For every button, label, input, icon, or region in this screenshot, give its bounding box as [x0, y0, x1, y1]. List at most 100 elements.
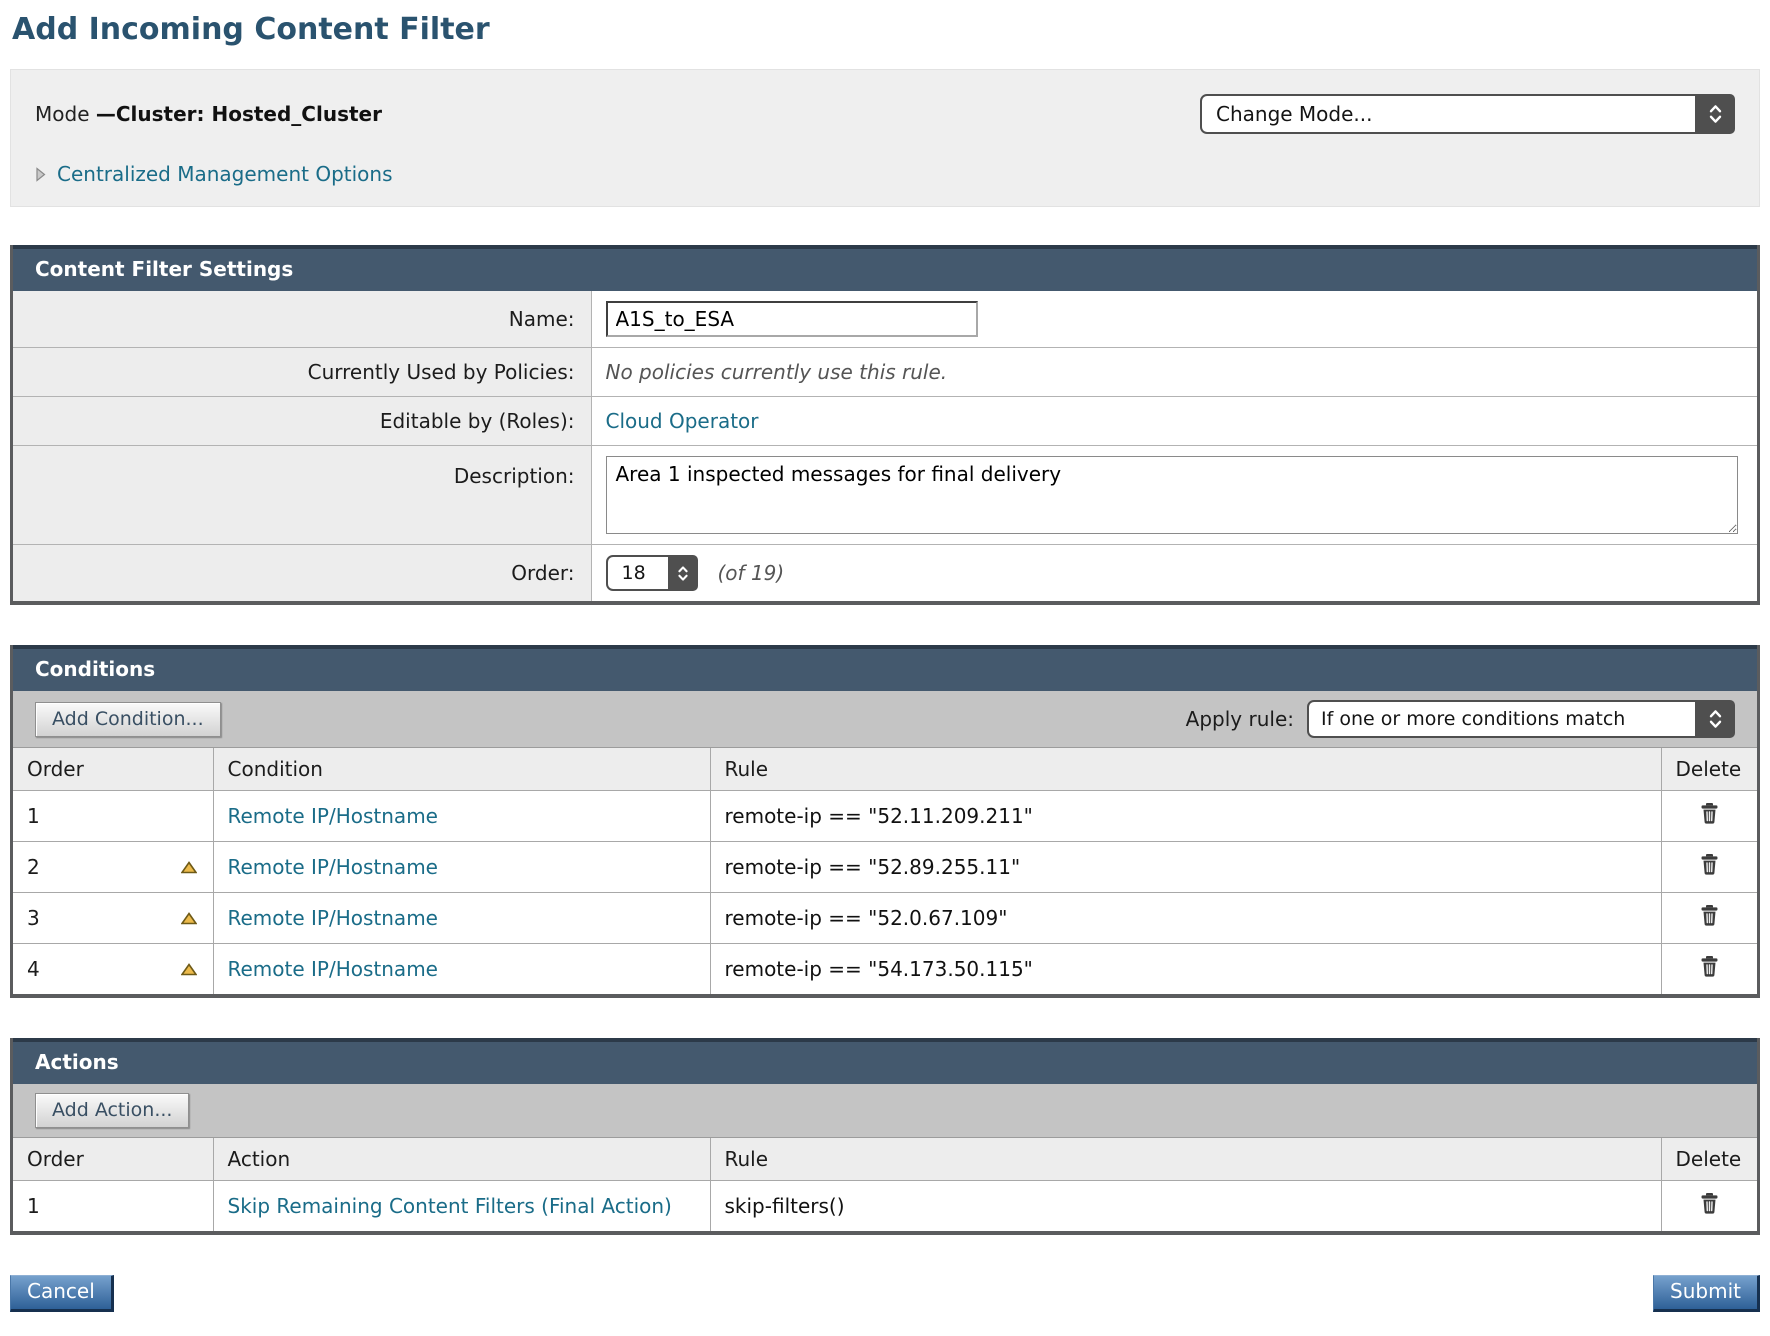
move-up-button[interactable]	[179, 963, 199, 976]
condition-cell: Remote IP/Hostname	[213, 842, 710, 893]
order-cell-content: 1	[27, 804, 199, 828]
change-mode-select[interactable]: Change Mode...	[1200, 94, 1735, 134]
condition-rule: remote-ip == "52.11.209.211"	[710, 791, 1661, 842]
description-row: Description: Area 1 inspected messages f…	[13, 446, 1757, 545]
apply-rule-label: Apply rule:	[1186, 707, 1294, 731]
action-order-cell: 1	[13, 1181, 213, 1232]
actions-panel: Actions Add Action... Order Action Rule …	[10, 1038, 1760, 1235]
mode-label: Mode	[35, 102, 96, 126]
condition-order-cell: 1	[13, 791, 213, 842]
trash-icon	[1699, 853, 1720, 876]
condition-row: 1 Remote IP/Hostname remote-ip == "52.11.2…	[13, 791, 1757, 842]
trash-icon	[1699, 802, 1720, 825]
condition-order-cell: 2	[13, 842, 213, 893]
delete-button[interactable]	[1699, 955, 1720, 978]
content-filter-settings-table: Name: Currently Used by Policies: No pol…	[13, 291, 1757, 601]
name-input[interactable]	[606, 301, 978, 337]
action-cell: Skip Remaining Content Filters (Final Ac…	[213, 1181, 710, 1232]
delete-button[interactable]	[1699, 853, 1720, 876]
mode-row: Mode —Cluster: Hosted_Cluster Change Mod…	[35, 94, 1735, 134]
policies-row: Currently Used by Policies: No policies …	[13, 348, 1757, 397]
footer: Cancel Submit	[10, 1275, 1760, 1312]
order-select[interactable]: 18	[606, 555, 698, 591]
name-row: Name:	[13, 291, 1757, 348]
condition-link[interactable]: Remote IP/Hostname	[228, 855, 438, 879]
condition-delete-cell	[1661, 893, 1757, 944]
actions-header-row: Order Action Rule Delete	[13, 1138, 1757, 1181]
centralized-management-row: Centralized Management Options	[35, 162, 1735, 186]
content-filter-settings-panel: Content Filter Settings Name: Currently …	[10, 245, 1760, 605]
order-label: Order:	[13, 545, 591, 602]
order-select-wrap: 18	[606, 555, 698, 591]
conditions-toolbar: Add Condition... Apply rule: If one or m…	[13, 691, 1757, 748]
editable-roles-link[interactable]: Cloud Operator	[606, 409, 759, 433]
page: Add Incoming Content Filter Mode —Cluste…	[0, 0, 1770, 1336]
move-up-button[interactable]	[179, 861, 199, 874]
trash-icon	[1699, 1192, 1720, 1215]
conditions-panel: Conditions Add Condition... Apply rule: …	[10, 645, 1760, 998]
order-cell-content: 4	[27, 957, 199, 981]
centralized-management-link[interactable]: Centralized Management Options	[57, 162, 393, 186]
condition-rule: remote-ip == "52.0.67.109"	[710, 893, 1661, 944]
editable-roles-row: Editable by (Roles): Cloud Operator	[13, 397, 1757, 446]
order-wrap: 18 (of 19)	[606, 555, 1744, 591]
condition-order-number: 1	[27, 804, 40, 828]
actions-table: Order Action Rule Delete 1 Skip Remaining…	[13, 1138, 1757, 1231]
conditions-header: Conditions	[13, 645, 1757, 691]
delete-button[interactable]	[1699, 1192, 1720, 1215]
move-up-button[interactable]	[179, 912, 199, 925]
trash-icon	[1699, 904, 1720, 927]
condition-order-cell: 3	[13, 893, 213, 944]
delete-button[interactable]	[1699, 904, 1720, 927]
trash-icon	[1699, 955, 1720, 978]
condition-link[interactable]: Remote IP/Hostname	[228, 804, 438, 828]
condition-order-number: 2	[27, 855, 40, 879]
col-header-delete: Delete	[1661, 748, 1757, 791]
submit-button[interactable]: Submit	[1653, 1275, 1760, 1312]
apply-rule-group: Apply rule: If one or more conditions ma…	[1186, 700, 1735, 738]
description-textarea[interactable]: Area 1 inspected messages for final deli…	[606, 456, 1738, 534]
delete-button[interactable]	[1699, 802, 1720, 825]
change-mode-select-wrap: Change Mode...	[1200, 94, 1735, 134]
action-rule: skip-filters()	[710, 1181, 1661, 1232]
up-arrow-icon	[181, 912, 197, 925]
add-condition-button[interactable]: Add Condition...	[35, 702, 221, 737]
condition-rule: remote-ip == "52.89.255.11"	[710, 842, 1661, 893]
action-order-number: 1	[27, 1194, 40, 1218]
condition-cell: Remote IP/Hostname	[213, 893, 710, 944]
apply-rule-select[interactable]: If one or more conditions match	[1307, 700, 1735, 738]
condition-cell: Remote IP/Hostname	[213, 791, 710, 842]
disclosure-triangle-icon[interactable]	[35, 167, 46, 182]
order-cell-content: 2	[27, 855, 199, 879]
order-row: Order: 18 (of 19)	[13, 545, 1757, 602]
condition-link[interactable]: Remote IP/Hostname	[228, 957, 438, 981]
cancel-button[interactable]: Cancel	[10, 1275, 114, 1312]
condition-cell: Remote IP/Hostname	[213, 944, 710, 995]
condition-order-number: 4	[27, 957, 40, 981]
col-header-rule: Rule	[710, 748, 1661, 791]
actions-header: Actions	[13, 1038, 1757, 1084]
action-link[interactable]: Skip Remaining Content Filters (Final Ac…	[228, 1194, 672, 1218]
condition-delete-cell	[1661, 791, 1757, 842]
action-row: 1 Skip Remaining Content Filters (Final A…	[13, 1181, 1757, 1232]
col-header-order: Order	[13, 748, 213, 791]
col-header-rule: Rule	[710, 1138, 1661, 1181]
col-header-order: Order	[13, 1138, 213, 1181]
mode-value: —Cluster: Hosted_Cluster	[96, 102, 382, 126]
condition-row: 4 Remote IP/Hostname remote-ip == "54.173.…	[13, 944, 1757, 995]
mode-text: Mode —Cluster: Hosted_Cluster	[35, 102, 382, 126]
condition-rule: remote-ip == "54.173.50.115"	[710, 944, 1661, 995]
add-action-button[interactable]: Add Action...	[35, 1093, 189, 1128]
condition-row: 3 Remote IP/Hostname remote-ip == "52.0.67…	[13, 893, 1757, 944]
description-label: Description:	[13, 446, 591, 545]
name-label: Name:	[13, 291, 591, 348]
policies-label: Currently Used by Policies:	[13, 348, 591, 397]
editable-roles-label: Editable by (Roles):	[13, 397, 591, 446]
conditions-table: Order Condition Rule Delete 1Remote IP/H…	[13, 748, 1757, 994]
page-title: Add Incoming Content Filter	[12, 12, 1760, 47]
mode-panel: Mode —Cluster: Hosted_Cluster Change Mod…	[10, 69, 1760, 207]
action-delete-cell	[1661, 1181, 1757, 1232]
condition-order-cell: 4	[13, 944, 213, 995]
condition-link[interactable]: Remote IP/Hostname	[228, 906, 438, 930]
order-cell-content: 3	[27, 906, 199, 930]
